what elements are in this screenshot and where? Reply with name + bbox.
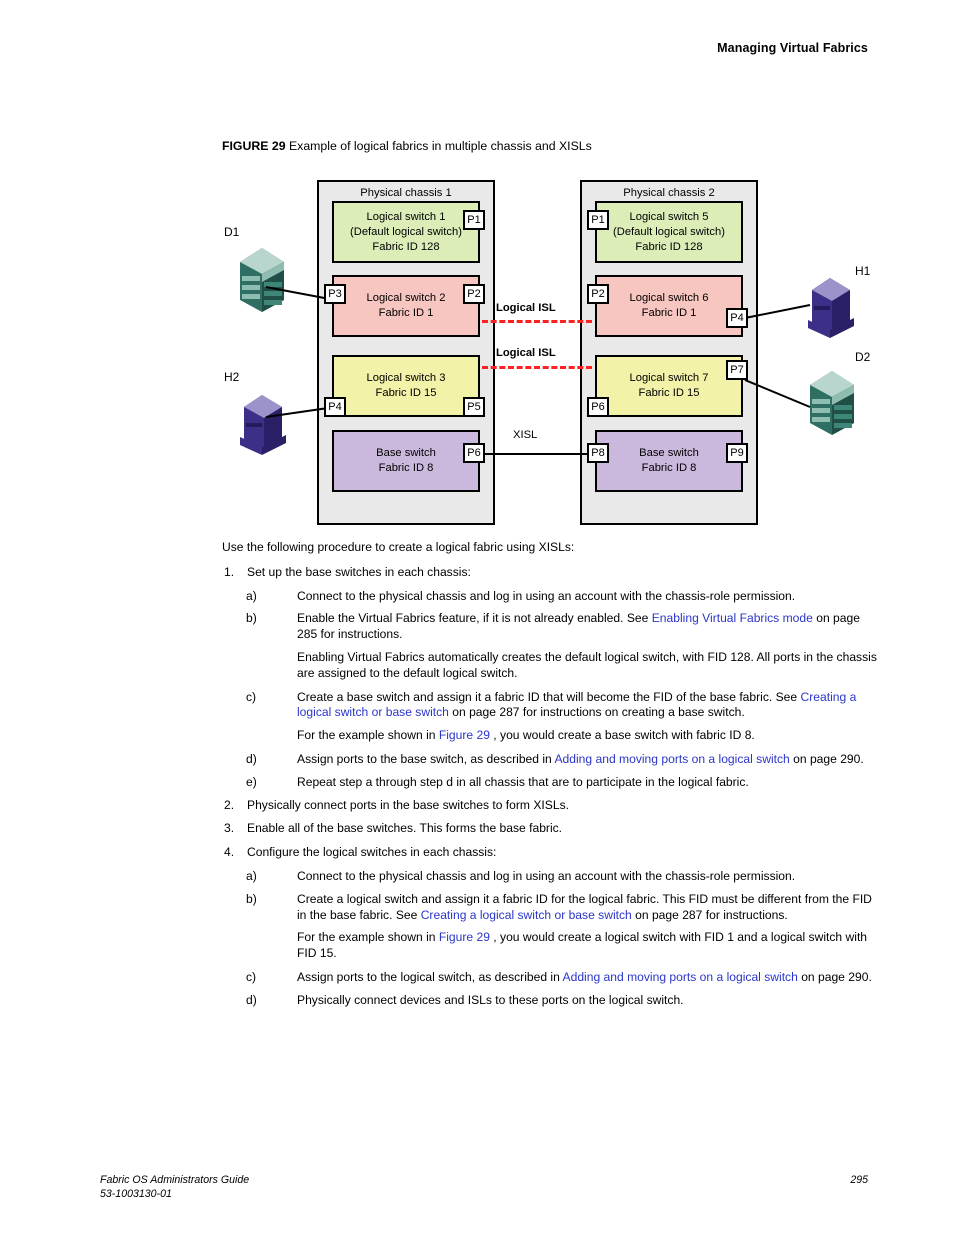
footer-document-number: 53-1003130-01 — [100, 1187, 172, 1200]
logical-isl-line-2 — [482, 366, 592, 369]
step-1d: d) Assign ports to the base switch, as d… — [222, 752, 878, 768]
step-2-text: Physically connect ports in the base swi… — [247, 797, 569, 812]
chassis2-port-p9[interactable]: P9 — [726, 443, 748, 463]
chassis1-port-p2[interactable]: P2 — [463, 284, 485, 304]
step-1b-continuation: Enabling Virtual Fabrics automatically c… — [297, 649, 877, 680]
step-4a-text: Connect to the physical chassis and log … — [297, 868, 796, 883]
step-4a-number: a) — [246, 868, 257, 883]
step-1e-text: Repeat step a through step d in all chas… — [297, 774, 749, 789]
example-text-post-1: , you would create a base switch with fa… — [489, 728, 755, 743]
figure-caption-label: FIGURE 29 — [222, 139, 286, 153]
link-enabling-virtual-fabrics-mode[interactable]: Enabling Virtual Fabrics mode — [652, 611, 813, 625]
step-4d-number: d) — [246, 992, 257, 1007]
chassis2-port-p8[interactable]: P8 — [587, 443, 609, 463]
chassis1-port-p1[interactable]: P1 — [463, 210, 485, 230]
step-1e-number: e) — [246, 774, 257, 789]
step-1d-text-post: on page 290. — [789, 751, 864, 766]
step-1-text: Set up the base switches in each chassis… — [247, 564, 471, 579]
step-2: 2. Physically connect ports in the base … — [222, 798, 878, 814]
logical-isl-label-1: Logical ISL — [496, 302, 556, 314]
step-4-number: 4. — [224, 845, 235, 860]
step-3-text: Enable all of the base switches. This fo… — [247, 821, 563, 836]
step-4c: c) Assign ports to the logical switch, a… — [222, 970, 878, 986]
step-1c-text-pre: Create a base switch and assign it a fab… — [297, 689, 801, 704]
step-1a-number: a) — [246, 588, 257, 603]
chassis1-port-p4[interactable]: P4 — [324, 397, 346, 417]
step-1b: b) Enable the Virtual Fabrics feature, i… — [222, 611, 878, 643]
step-1e: e) Repeat step a through step d in all c… — [222, 775, 878, 791]
link-figure-29-b[interactable]: Figure 29 — [439, 930, 490, 944]
step-1: 1. Set up the base switches in each chas… — [222, 565, 878, 581]
step-4b-number: b) — [246, 891, 257, 906]
logical-isl-label-2: Logical ISL — [496, 347, 556, 359]
figure-caption: FIGURE 29 Example of logical fabrics in … — [222, 139, 592, 153]
step-4b-continuation: For the example shown in Figure 29 , you… — [222, 930, 878, 962]
intro-paragraph: Use the following procedure to create a … — [222, 540, 575, 554]
step-2-number: 2. — [224, 797, 235, 812]
chassis2-port-p6[interactable]: P6 — [587, 397, 609, 417]
xisl-label: XISL — [513, 429, 538, 441]
example-text-pre-1: For the example shown in — [297, 728, 439, 743]
step-4: 4. Configure the logical switches in eac… — [222, 845, 878, 861]
chassis2-port-p4[interactable]: P4 — [726, 308, 748, 328]
step-3-number: 3. — [224, 821, 235, 836]
step-4d-text: Physically connect devices and ISLs to t… — [297, 992, 684, 1007]
step-1a: a) Connect to the physical chassis and l… — [222, 589, 878, 605]
chassis1-port-p3[interactable]: P3 — [324, 284, 346, 304]
chassis1-port-p6[interactable]: P6 — [463, 443, 485, 463]
step-1b-number: b) — [246, 611, 257, 626]
link-creating-a-logical-switch-or-base-switch-2[interactable]: Creating a logical switch or base switch — [421, 908, 632, 922]
step-4c-number: c) — [246, 969, 257, 984]
xisl-line — [484, 453, 588, 455]
logical-isl-line-1 — [482, 320, 592, 323]
running-head: Managing Virtual Fabrics — [717, 41, 868, 55]
chassis2-port-p7[interactable]: P7 — [726, 360, 748, 380]
step-1c-text-post: on page 287 for instructions on creating… — [448, 705, 745, 720]
document-page: Managing Virtual Fabrics FIGURE 29 Examp… — [0, 0, 954, 1235]
footer-page-number: 295 — [850, 1174, 868, 1186]
step-1c-number: c) — [246, 689, 257, 704]
step-1-number: 1. — [224, 564, 235, 579]
step-4-text: Configure the logical switches in each c… — [247, 845, 497, 860]
device-leader-lines — [265, 286, 811, 418]
footer-guide-title: Fabric OS Administrators Guide — [100, 1174, 250, 1186]
link-adding-and-moving-ports-2[interactable]: Adding and moving ports on a logical swi… — [563, 970, 798, 984]
step-4c-text-pre: Assign ports to the logical switch, as d… — [297, 969, 563, 984]
link-adding-and-moving-ports-1[interactable]: Adding and moving ports on a logical swi… — [554, 752, 789, 766]
link-figure-29-a[interactable]: Figure 29 — [439, 728, 490, 742]
footer-left: Fabric OS Administrators Guide 53-100313… — [100, 1174, 249, 1201]
body-text: Use the following procedure to create a … — [222, 540, 878, 1016]
chassis1-port-p5[interactable]: P5 — [463, 397, 485, 417]
chassis2-port-p2[interactable]: P2 — [587, 284, 609, 304]
step-1c: c) Create a base switch and assign it a … — [222, 690, 878, 722]
step-4b: b) Create a logical switch and assign it… — [222, 892, 878, 924]
step-3: 3. Enable all of the base switches. This… — [222, 821, 878, 837]
step-4b-text-post: on page 287 for instructions. — [631, 907, 788, 922]
step-4c-text-post: on page 290. — [797, 969, 872, 984]
step-1d-text-pre: Assign ports to the base switch, as desc… — [297, 751, 555, 766]
chassis2-port-p1[interactable]: P1 — [587, 210, 609, 230]
step-1b-text-pre: Enable the Virtual Fabrics feature, if i… — [297, 611, 652, 626]
step-1c-continuation: For the example shown in Figure 29 , you… — [222, 728, 878, 744]
figure-29-diagram: Physical chassis 1 Logical switch 1 (Def… — [210, 170, 910, 535]
step-4d: d) Physically connect devices and ISLs t… — [222, 993, 878, 1009]
step-1d-number: d) — [246, 751, 257, 766]
step-4a: a) Connect to the physical chassis and l… — [222, 869, 878, 885]
example-text-pre-2: For the example shown in — [297, 930, 439, 945]
step-1a-text: Connect to the physical chassis and log … — [297, 588, 796, 603]
figure-caption-text: Example of logical fabrics in multiple c… — [288, 139, 592, 153]
